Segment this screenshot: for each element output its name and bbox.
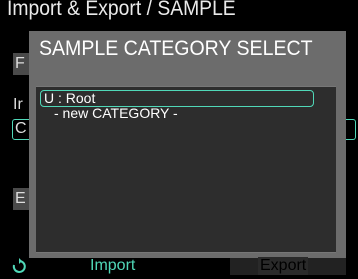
export-button[interactable]: Export [258, 257, 309, 275]
background-label-i: Ir [13, 96, 23, 113]
category-list[interactable]: U : Root - new CATEGORY - [36, 86, 336, 253]
background-field-e-label: E [15, 190, 26, 207]
screen-title: Import & Export / SAMPLE [7, 0, 236, 20]
import-button[interactable]: Import [90, 257, 135, 275]
dialog-title: SAMPLE CATEGORY SELECT [39, 37, 313, 60]
refresh-icon[interactable] [12, 258, 26, 274]
category-item-root-label: U : Root [44, 90, 96, 106]
category-select-dialog: SAMPLE CATEGORY SELECT U : Root - new CA… [29, 31, 346, 261]
background-field-c-label: C [15, 120, 27, 137]
category-item-new-label: - new CATEGORY - [54, 105, 178, 121]
background-field-f-label: F [15, 55, 25, 72]
category-item-new[interactable]: - new CATEGORY - [40, 106, 314, 123]
